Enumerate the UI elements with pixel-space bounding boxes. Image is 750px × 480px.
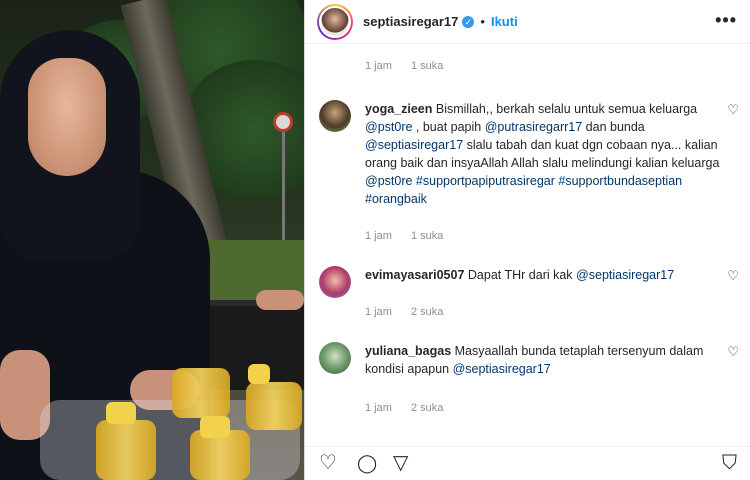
hashtag-link[interactable]: #supportbundaseptian: [558, 174, 682, 188]
person-face: [28, 58, 106, 176]
post-header: septiasiregar17 ✓ • Ikuti •••: [305, 0, 750, 44]
comment-time: 1 jam: [365, 306, 392, 318]
like-comment-heart-icon[interactable]: ♡: [727, 268, 739, 284]
author-avatar[interactable]: [317, 3, 353, 40]
separator-dot: •: [480, 14, 485, 29]
more-options-icon[interactable]: •••: [715, 10, 737, 31]
comment-body: Dapat THr dari kak @septiasiregar17: [467, 268, 675, 282]
like-heart-icon[interactable]: ♡: [319, 453, 337, 473]
mention-link[interactable]: @septiasiregar17: [453, 362, 551, 376]
mention-link[interactable]: @septiasiregar17: [576, 268, 674, 282]
comment-likes[interactable]: 2 suka: [411, 402, 443, 414]
comment-meta: 1 jam 2 suka: [365, 402, 459, 414]
commenter-username[interactable]: yoga_zieen: [365, 102, 432, 116]
commenter-username[interactable]: evimayasari0507: [365, 268, 464, 282]
share-icon[interactable]: ▽: [393, 453, 408, 473]
comment-likes[interactable]: 1 suka: [411, 60, 443, 72]
commenter-avatar[interactable]: [319, 266, 351, 298]
post-panel: septiasiregar17 ✓ • Ikuti ••• 1 jam 1 su…: [304, 0, 750, 480]
author-username[interactable]: septiasiregar17: [363, 14, 458, 29]
commenter-username[interactable]: yuliana_bagas: [365, 344, 451, 358]
comment-text: evimayasari0507 Dapat THr dari kak @sept…: [365, 266, 723, 284]
commenter-avatar[interactable]: [319, 342, 351, 374]
comment-time: 1 jam: [365, 230, 392, 242]
comments-list[interactable]: 1 jam 1 suka yoga_zieen Bismillah,, berk…: [305, 44, 750, 446]
previous-comment-meta: 1 jam 1 suka: [365, 60, 459, 72]
post-actions-bar: ♡ ◯ ▽ ⛉: [305, 446, 750, 480]
comment-item: yoga_zieen Bismillah,, berkah selalu unt…: [319, 100, 739, 250]
comment-item: yuliana_bagas Masyaallah bunda tetaplah …: [319, 342, 739, 422]
comment-likes[interactable]: 2 suka: [411, 306, 443, 318]
comment-text: yuliana_bagas Masyaallah bunda tetaplah …: [365, 342, 723, 378]
like-comment-heart-icon[interactable]: ♡: [727, 344, 739, 360]
comment-meta: 1 jam 2 suka: [365, 306, 459, 318]
verified-badge-icon: ✓: [462, 15, 475, 28]
mention-link[interactable]: @putrasiregarr17: [485, 120, 582, 134]
comment-body: Bismillah,, berkah selalu untuk semua ke…: [365, 102, 720, 206]
commenter-avatar[interactable]: [319, 100, 351, 132]
bookmark-icon[interactable]: ⛉: [722, 453, 737, 473]
like-comment-heart-icon[interactable]: ♡: [727, 102, 739, 118]
comment-time: 1 jam: [365, 402, 392, 414]
comment-likes[interactable]: 1 suka: [411, 230, 443, 242]
road-sign: [273, 112, 293, 132]
mention-link[interactable]: @septiasiregar17: [365, 138, 463, 152]
comment-meta: 1 jam 1 suka: [365, 230, 459, 242]
comment-time: 1 jam: [365, 60, 392, 72]
hashtag-link[interactable]: #supportpapiputrasiregar: [416, 174, 555, 188]
mention-link[interactable]: @pst0re: [365, 174, 412, 188]
mention-link[interactable]: @pst0re: [365, 120, 412, 134]
comment-text: yoga_zieen Bismillah,, berkah selalu unt…: [365, 100, 723, 208]
post-photo: [0, 0, 304, 480]
comment-item: evimayasari0507 Dapat THr dari kak @sept…: [319, 266, 739, 326]
follow-button[interactable]: Ikuti: [491, 14, 518, 29]
hashtag-link[interactable]: #orangbaik: [365, 192, 427, 206]
comment-icon[interactable]: ◯: [357, 453, 377, 473]
